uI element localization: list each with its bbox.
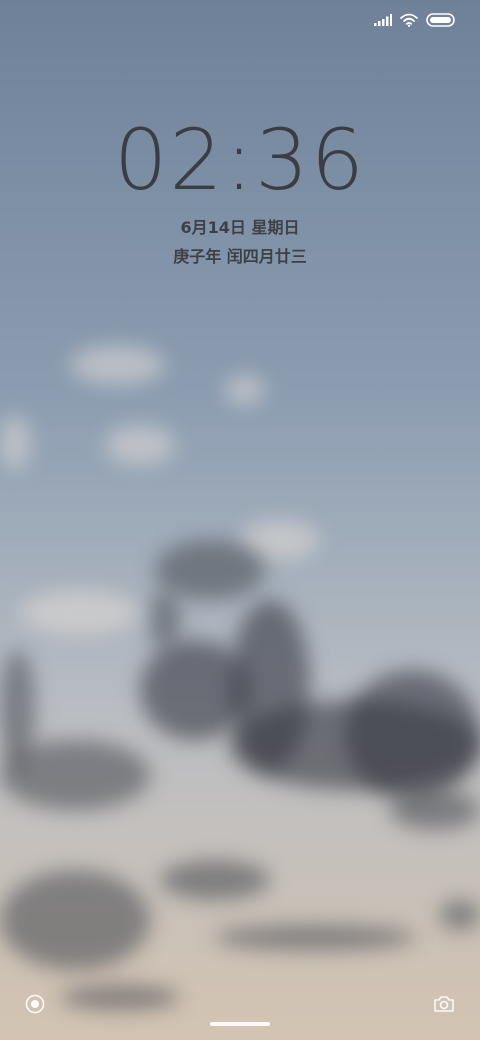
status-bar <box>374 10 456 30</box>
lock-screen: 02:36 6月14日 星期日 庚子年 闰四月廿三 <box>0 0 480 1040</box>
camera-shortcut-button[interactable] <box>433 994 455 1014</box>
home-indicator[interactable] <box>210 1022 270 1026</box>
date-text: 6月14日 星期日 <box>180 218 300 237</box>
battery-icon <box>426 13 456 27</box>
camera-icon <box>433 996 455 1018</box>
lunar-date-text: 庚子年 闰四月廿三 <box>173 247 307 266</box>
signal-icon <box>374 14 392 26</box>
wifi-icon <box>400 13 418 27</box>
circle-icon <box>25 994 45 1018</box>
lock-clock: 02:36 <box>113 111 367 209</box>
circle-shortcut-button[interactable] <box>25 994 45 1014</box>
